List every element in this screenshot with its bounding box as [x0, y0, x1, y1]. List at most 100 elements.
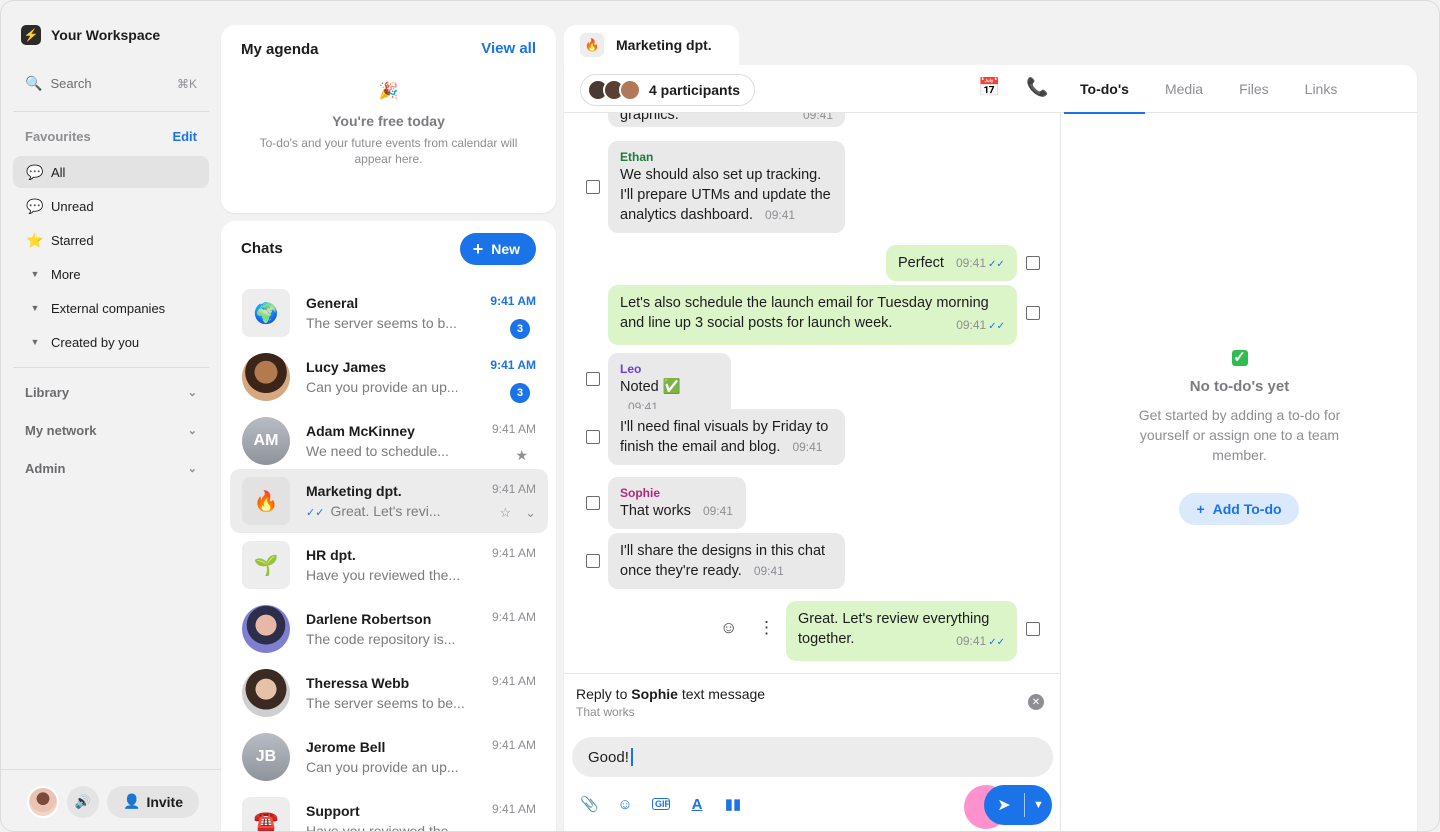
message-bubble[interactable]: graphics. 09:41	[608, 113, 845, 127]
todo-checkbox[interactable]	[586, 180, 600, 194]
todo-checkbox[interactable]	[586, 554, 600, 568]
avatar: AM	[242, 417, 290, 465]
more-vertical-icon[interactable]: ⋮	[758, 618, 775, 638]
calendar-add-icon[interactable]: 📅	[978, 77, 1000, 98]
chat-preview: The server seems to be...	[306, 695, 465, 711]
speaker-button[interactable]: 🔊	[67, 785, 99, 818]
message-bubble[interactable]: Perfect 09:41 ✓✓	[886, 245, 1017, 281]
message-time: 09:41 ✓✓	[956, 634, 1005, 648]
speaker-icon: 🔊	[74, 793, 92, 809]
message-bubble[interactable]: Let's also schedule the launch email for…	[608, 285, 1017, 345]
chat-preview: The server seems to b...	[306, 315, 457, 331]
phone-icon[interactable]: 📞	[1026, 77, 1048, 98]
close-icon[interactable]: ✕	[1028, 694, 1044, 710]
message-time: 09:41	[702, 504, 733, 518]
chat-row-general[interactable]: 🌍 General The server seems to b... 9:41 …	[230, 281, 548, 345]
tab-todos[interactable]: To-do's	[1062, 65, 1147, 114]
chat-row-hr[interactable]: 🌱 HR dpt. Have you reviewed the... 9:41 …	[230, 533, 548, 597]
todo-checkbox[interactable]	[586, 496, 600, 510]
sidebar-item-external-companies[interactable]: ▼ External companies	[13, 292, 209, 324]
todo-checkbox[interactable]	[1026, 256, 1040, 270]
chat-row-marketing[interactable]: 🔥 Marketing dpt. ✓✓ Great. Let's revi... …	[230, 469, 548, 533]
tab-media[interactable]: Media	[1147, 65, 1221, 113]
sidebar-item-unread[interactable]: 💬 Unread	[13, 190, 209, 222]
star-icon[interactable]: ★	[515, 447, 528, 464]
message-bubble[interactable]: I'll need final visuals by Friday to fin…	[608, 409, 845, 465]
sidebar-item-starred[interactable]: ⭐ Starred	[13, 224, 209, 256]
message-text: Noted ✅	[620, 379, 681, 395]
chat-time: 9:41 AM	[491, 802, 536, 816]
attachment-icon[interactable]: 📎	[580, 795, 599, 813]
todo-checkbox[interactable]	[1026, 306, 1040, 320]
chat-row-support[interactable]: ☎️ Support Have you reviewed the... 9:41…	[230, 789, 548, 832]
divider	[13, 367, 209, 368]
chevron-down-icon[interactable]: ⌄	[525, 505, 536, 521]
chat-row-lucy-james[interactable]: Lucy James Can you provide an up... 9:41…	[230, 345, 548, 409]
message-text: That works	[620, 503, 691, 519]
chats-title: Chats	[241, 240, 283, 257]
sender-name: Leo	[620, 362, 642, 376]
emoji-icon[interactable]: ☺	[616, 796, 634, 813]
double-check-icon: ✓✓	[988, 637, 1005, 648]
chat-preview: We need to schedule...	[306, 443, 449, 459]
sidebar-item-label: More	[51, 266, 81, 282]
todo-checkbox[interactable]	[586, 372, 600, 386]
gif-icon[interactable]: GIF	[652, 798, 670, 810]
chat-row-theressa-webb[interactable]: Theressa Webb The server seems to be... …	[230, 661, 548, 725]
message-time: 09:41	[765, 208, 796, 222]
sidebar-item-created-by-you[interactable]: ▼ Created by you	[13, 326, 209, 358]
message-bubble[interactable]: Great. Let's review everything together.…	[786, 601, 1017, 661]
message-text: I'll share the designs in this chat once…	[620, 543, 826, 579]
workspace-switcher[interactable]: ⚡ Your Workspace	[21, 25, 160, 45]
chat-row-jerome-bell[interactable]: JB Jerome Bell Can you provide an up... …	[230, 725, 548, 789]
chat-time: 9:41 AM	[490, 294, 536, 308]
send-icon[interactable]: ➤	[984, 795, 1024, 815]
text-format-icon[interactable]: A	[688, 796, 706, 813]
sidebar-item-more[interactable]: ▼ More	[13, 258, 209, 290]
message-bubble[interactable]: I'll share the designs in this chat once…	[608, 533, 845, 589]
view-all-link[interactable]: View all	[481, 40, 536, 57]
search-button[interactable]: 🔍 Search ⌘K	[25, 75, 197, 92]
avatar	[242, 353, 290, 401]
agenda-title: My agenda	[241, 41, 319, 58]
todo-checkbox[interactable]	[1026, 622, 1040, 636]
todo-checkbox[interactable]	[586, 430, 600, 444]
double-check-icon: ✓✓	[306, 507, 325, 519]
poll-icon[interactable]: ▮▮	[724, 795, 742, 813]
message-bubble[interactable]: Ethan We should also set up tracking. I'…	[608, 141, 845, 233]
message-input[interactable]: Good!	[572, 737, 1053, 777]
invite-button[interactable]: 👤 Invite	[107, 785, 200, 818]
section-my-network[interactable]: My network ⌄	[25, 423, 197, 438]
section-admin[interactable]: Admin ⌄	[25, 461, 197, 476]
avatar[interactable]	[27, 785, 59, 818]
sidebar: ⚡ Your Workspace 🔍 Search ⌘K Favourites …	[1, 1, 221, 831]
edit-favourites-button[interactable]: Edit	[172, 129, 197, 144]
section-library[interactable]: Library ⌄	[25, 385, 197, 400]
sidebar-item-all[interactable]: 💬 All	[13, 156, 209, 188]
message-bubble[interactable]: Sophie That works 09:41	[608, 477, 746, 529]
tab-links[interactable]: Links	[1287, 65, 1356, 113]
new-chat-button[interactable]: + New	[459, 233, 536, 265]
chat-row-darlene-robertson[interactable]: Darlene Robertson The code repository is…	[230, 597, 548, 661]
double-check-icon: ✓✓	[988, 259, 1005, 270]
tab-marketing[interactable]: 🔥 Marketing dpt.	[564, 25, 739, 65]
chevron-down-icon[interactable]: ▼	[1025, 799, 1052, 811]
tab-files[interactable]: Files	[1221, 65, 1287, 113]
emoji-react-icon[interactable]: ☺	[720, 618, 737, 638]
chat-preview: Have you reviewed the...	[306, 823, 461, 832]
star-outline-icon[interactable]: ☆	[499, 505, 511, 521]
bolt-icon: ⚡	[21, 25, 41, 45]
invite-label: Invite	[146, 793, 184, 810]
add-todo-button[interactable]: + Add To-do	[1179, 493, 1299, 525]
sender-name: Ethan	[620, 150, 654, 164]
participants-button[interactable]: 4 participants	[580, 74, 756, 106]
check-mark-icon: ✓	[1231, 349, 1248, 366]
reply-quote: That works	[576, 705, 635, 719]
chat-name: Support	[306, 803, 360, 819]
chat-row-adam-mckinney[interactable]: AM Adam McKinney We need to schedule... …	[230, 409, 548, 473]
section-label: Admin	[25, 461, 66, 476]
chat-name: Lucy James	[306, 359, 387, 375]
participants-label: 4 participants	[649, 82, 741, 98]
telephone-icon: ☎️	[242, 797, 290, 831]
send-button-group: ➤ ▼	[984, 785, 1052, 825]
